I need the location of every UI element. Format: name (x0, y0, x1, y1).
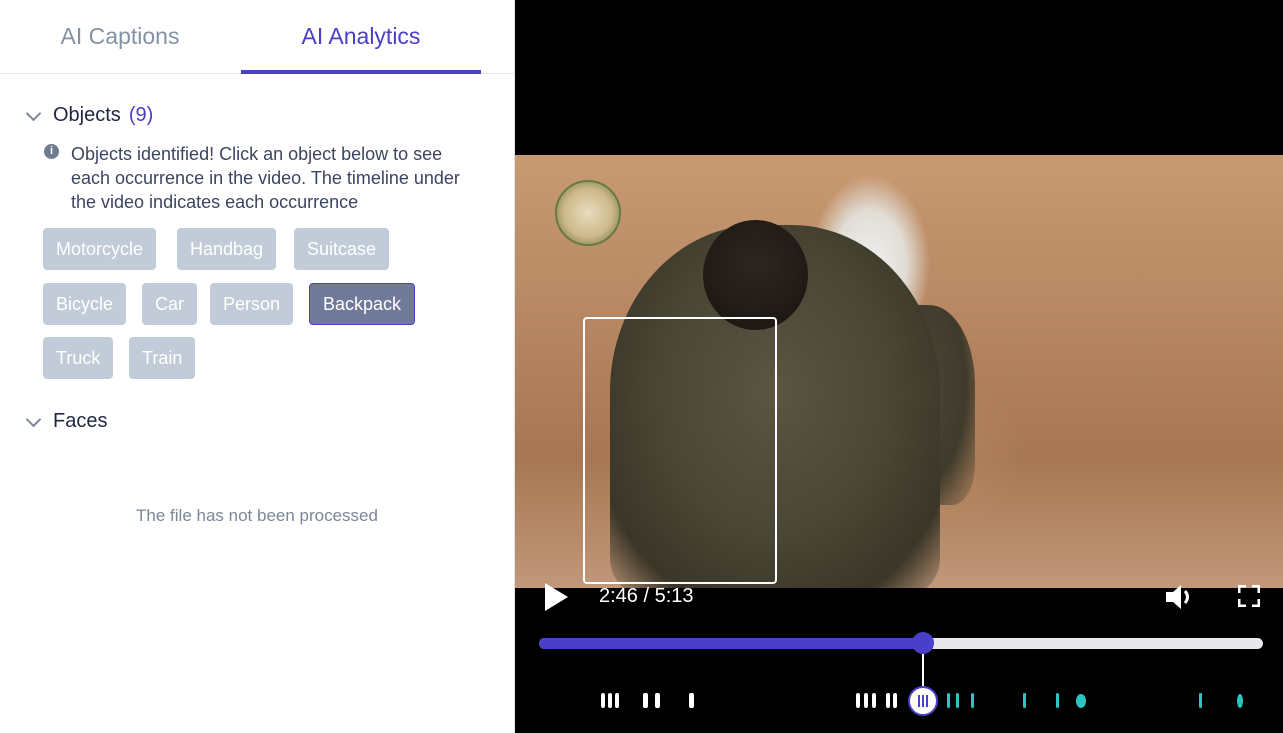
occurrence-marker[interactable] (655, 693, 660, 708)
info-icon: i (44, 144, 59, 159)
channel-logo (555, 180, 621, 246)
tab-bar: AI Captions AI Analytics (0, 0, 514, 74)
seek-bar-handle[interactable] (911, 632, 934, 654)
tab-ai-captions[interactable]: AI Captions (0, 0, 240, 73)
occurrence-marker[interactable] (893, 693, 897, 708)
play-icon[interactable] (545, 583, 568, 611)
backpack-detection-box (583, 317, 777, 584)
occurrence-marker[interactable] (864, 693, 868, 708)
objects-title: Objects (53, 104, 121, 126)
object-chip-person[interactable]: Person (210, 283, 294, 325)
time-display: 2:46 / 5:13 (599, 585, 694, 607)
object-chip-suitcase[interactable]: Suitcase (294, 228, 390, 270)
object-chip-backpack[interactable]: Backpack (309, 283, 416, 325)
object-chip-motorcycle[interactable]: Motorcycle (43, 228, 157, 270)
occurrence-marker[interactable] (886, 693, 890, 708)
object-chip-bicycle[interactable]: Bicycle (43, 283, 127, 325)
timeline-playhead-handle[interactable] (907, 686, 938, 716)
occurrence-marker-other[interactable] (1056, 693, 1059, 708)
object-chip-train[interactable]: Train (129, 337, 196, 379)
chevron-down-icon (25, 411, 42, 427)
object-chip-truck[interactable]: Truck (43, 337, 114, 379)
occurrence-marker-other[interactable] (956, 693, 959, 708)
faces-empty-message: The file has not been processed (136, 506, 378, 525)
occurrence-marker-other[interactable] (1076, 694, 1086, 708)
object-chip-handbag[interactable]: Handbag (177, 228, 277, 270)
objects-count: (9) (128, 104, 154, 126)
object-chip-car[interactable]: Car (142, 283, 198, 325)
occurrence-marker[interactable] (601, 693, 605, 708)
grip-icon (921, 695, 924, 707)
playhead-line (921, 654, 924, 688)
seek-bar[interactable] (539, 638, 1263, 649)
volume-icon[interactable] (1164, 583, 1194, 611)
occurrence-marker[interactable] (608, 693, 612, 708)
occurrence-marker-other[interactable] (1237, 694, 1243, 708)
video-figure-head (703, 220, 808, 330)
occurrence-marker-other[interactable] (947, 693, 950, 708)
occurrence-marker[interactable] (856, 693, 860, 708)
chevron-down-icon (25, 105, 42, 121)
occurrence-marker[interactable] (615, 693, 619, 708)
video-player[interactable]: 2:46 / 5:13 (515, 0, 1283, 733)
fullscreen-icon[interactable] (1238, 585, 1260, 607)
grip-icon (917, 695, 920, 707)
objects-info: i Objects identified! Click an object be… (44, 142, 484, 214)
occurrence-marker-other[interactable] (1023, 693, 1026, 708)
analysis-panel: AI Captions AI Analytics Objects (9) i O… (0, 0, 515, 733)
occurrence-marker[interactable] (643, 693, 648, 708)
video-frame[interactable] (515, 155, 1283, 588)
occurrence-marker-other[interactable] (971, 693, 974, 708)
faces-title: Faces (53, 410, 108, 432)
objects-section-header[interactable]: Objects (9) (24, 104, 153, 127)
occurrence-marker-other[interactable] (1199, 693, 1202, 708)
objects-info-text: Objects identified! Click an object belo… (71, 144, 460, 212)
tab-ai-analytics[interactable]: AI Analytics (241, 0, 481, 74)
faces-section-header[interactable]: Faces (24, 410, 107, 433)
occurrence-marker[interactable] (689, 693, 694, 708)
occurrence-marker[interactable] (872, 693, 876, 708)
seek-bar-progress (539, 638, 923, 649)
grip-icon (925, 695, 928, 707)
